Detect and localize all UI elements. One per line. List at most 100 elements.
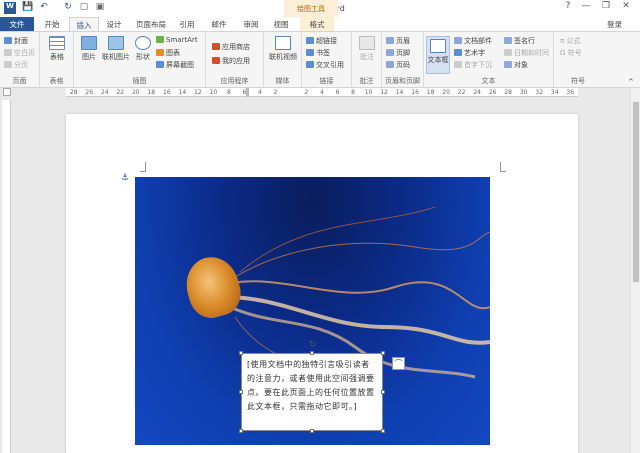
shapes-button[interactable]: 形状 [132, 36, 154, 62]
vertical-ruler[interactable] [2, 100, 11, 453]
hyperlink-button[interactable]: 超链接 [306, 36, 337, 46]
resize-handle[interactable] [381, 429, 385, 433]
resize-handle[interactable] [239, 390, 243, 394]
resize-handle[interactable] [239, 429, 243, 433]
page-break-button[interactable]: 分页 [4, 60, 28, 70]
group-apps: 应用商店 我的应用 应用程序 [206, 32, 264, 88]
equation-button[interactable]: π 公式 [560, 36, 580, 46]
drawing-tools-context-label: 绘图工具 [284, 0, 338, 17]
symbol-button[interactable]: Ω 符号 [560, 48, 582, 58]
cover-page-icon [4, 37, 12, 44]
page-number-button[interactable]: 页码 [386, 60, 410, 70]
cover-page-label: 封面 [14, 37, 28, 45]
horizontal-ruler[interactable]: 28 26 24 22 20 18 16 14 12 10 8 6 4 2 2 4 6 8 10 12 14 16 18 20… [66, 88, 578, 97]
date-time-button[interactable]: 日期和时间 [504, 48, 549, 58]
tab-format[interactable]: 格式 [300, 17, 334, 31]
pictures-button[interactable]: 图片 [78, 36, 100, 62]
collapse-ribbon-icon[interactable]: ^ [628, 78, 634, 86]
tab-page-layout[interactable]: 页面布局 [130, 17, 172, 31]
ruler-tick-label: 2 [304, 89, 309, 96]
ruler-tick-label: 6 [242, 89, 247, 96]
screenshot-button[interactable]: 屏幕截图 [156, 60, 194, 70]
title-bar: W 💾 ↶ ↻ ▢ ▣ 文档1 - Word 绘图工具 ? — ❐ ✕ [0, 0, 640, 17]
ruler-tick-label: 8 [351, 89, 355, 96]
group-tables: 表格 表格 [40, 32, 74, 88]
resize-handle[interactable] [381, 390, 385, 394]
minimize-button[interactable]: — [578, 1, 594, 15]
indent-marker[interactable] [246, 88, 249, 97]
quick-parts-button[interactable]: 文档部件 [454, 36, 492, 46]
online-pictures-button[interactable]: 联机图片 [100, 36, 132, 62]
my-apps-label: 我的应用 [222, 57, 250, 65]
equation-icon: π [560, 37, 565, 45]
scrollbar-thumb[interactable] [633, 102, 639, 282]
ruler-tick-label: 10 [364, 89, 373, 96]
ruler-toggle[interactable] [3, 88, 11, 96]
tab-view[interactable]: 视图 [268, 17, 294, 31]
tab-file[interactable]: 文件 [0, 17, 34, 31]
table-button[interactable]: 表格 [46, 36, 68, 62]
chart-button[interactable]: 图表 [156, 48, 180, 58]
ruler-tick-label: 22 [457, 89, 466, 96]
bookmark-icon [306, 49, 314, 56]
layout-options-icon[interactable]: ⌒ [392, 357, 405, 370]
tab-home[interactable]: 开始 [37, 17, 67, 31]
comment-icon [359, 36, 375, 50]
resize-handle[interactable] [239, 351, 243, 355]
group-label: 表格 [49, 77, 64, 85]
close-button[interactable]: ✕ [618, 1, 634, 15]
ruler-tick-label: 24 [100, 89, 109, 96]
ruler-tick-label: 32 [535, 89, 544, 96]
tab-mailings[interactable]: 邮件 [206, 17, 232, 31]
bookmark-button[interactable]: 书签 [306, 48, 330, 58]
ribbon: 封面 空白页 分页 页面 表格 表格 图片 联机图片 形状 SmartArt 图… [0, 31, 640, 88]
picture-icon [81, 36, 97, 50]
smartart-button[interactable]: SmartArt [156, 36, 198, 44]
ruler-tick-label: 18 [426, 89, 435, 96]
restore-button[interactable]: ❐ [598, 1, 614, 15]
drop-cap-button[interactable]: 首字下沉 [454, 60, 492, 70]
pull-quote-textbox[interactable]: [使用文档中的独特引言吸引读者的注意力，或者使用此空间强调要点。要在此页面上的任… [241, 353, 383, 431]
ribbon-tabs: 文件 开始 插入 设计 页面布局 引用 邮件 审阅 视图 格式 [0, 17, 640, 31]
resize-handle[interactable] [310, 429, 314, 433]
online-picture-icon [108, 36, 124, 50]
online-video-button[interactable]: 联机视频 [266, 36, 300, 62]
app-store-button[interactable]: 应用商店 [212, 42, 250, 52]
cross-reference-icon [306, 61, 314, 68]
omega-icon: Ω [560, 49, 566, 57]
blank-page-icon [4, 49, 12, 56]
object-button[interactable]: 对象 [504, 60, 528, 70]
resize-handle[interactable] [381, 351, 385, 355]
blank-page-button[interactable]: 空白页 [4, 48, 35, 58]
ruler-tick-label: 26 [488, 89, 497, 96]
rotate-handle-icon[interactable]: ↻ [309, 340, 317, 350]
header-button[interactable]: 页眉 [386, 36, 410, 46]
my-apps-button[interactable]: 我的应用 [212, 56, 250, 66]
quick-parts-label: 文档部件 [464, 37, 492, 45]
help-button[interactable]: ? [560, 1, 576, 15]
tab-insert[interactable]: 插入 [69, 17, 99, 31]
comment-button[interactable]: 批注 [356, 36, 378, 62]
group-text: 文本框 文档部件 艺术字 首字下沉 签名行 日期和时间 对象 文本 [424, 32, 554, 88]
login-link[interactable]: 登录 [607, 19, 622, 30]
pull-quote-text[interactable]: [使用文档中的独特引言吸引读者的注意力，或者使用此空间强调要点。要在此页面上的任… [247, 360, 375, 411]
resize-handle[interactable] [310, 351, 314, 355]
page-number-label: 页码 [396, 61, 410, 69]
tab-review[interactable]: 审阅 [238, 17, 264, 31]
tab-references[interactable]: 引用 [174, 17, 200, 31]
textbox-button[interactable]: 文本框 [426, 36, 450, 74]
tab-design[interactable]: 设计 [101, 17, 127, 31]
group-links: 超链接 书签 交叉引用 链接 [302, 32, 352, 88]
ruler-tick-label: 4 [258, 89, 262, 96]
cover-page-button[interactable]: 封面 [4, 36, 28, 46]
ruler-tick-label: 26 [85, 89, 94, 96]
margin-mark [140, 162, 146, 172]
ruler-tick-label: 14 [395, 89, 404, 96]
date-time-label: 日期和时间 [514, 49, 549, 57]
wordart-button[interactable]: 艺术字 [454, 48, 485, 58]
cross-reference-button[interactable]: 交叉引用 [306, 60, 344, 70]
footer-button[interactable]: 页脚 [386, 48, 410, 58]
vertical-scrollbar[interactable] [630, 88, 640, 453]
signature-line-button[interactable]: 签名行 [504, 36, 535, 46]
table-icon [49, 36, 65, 50]
